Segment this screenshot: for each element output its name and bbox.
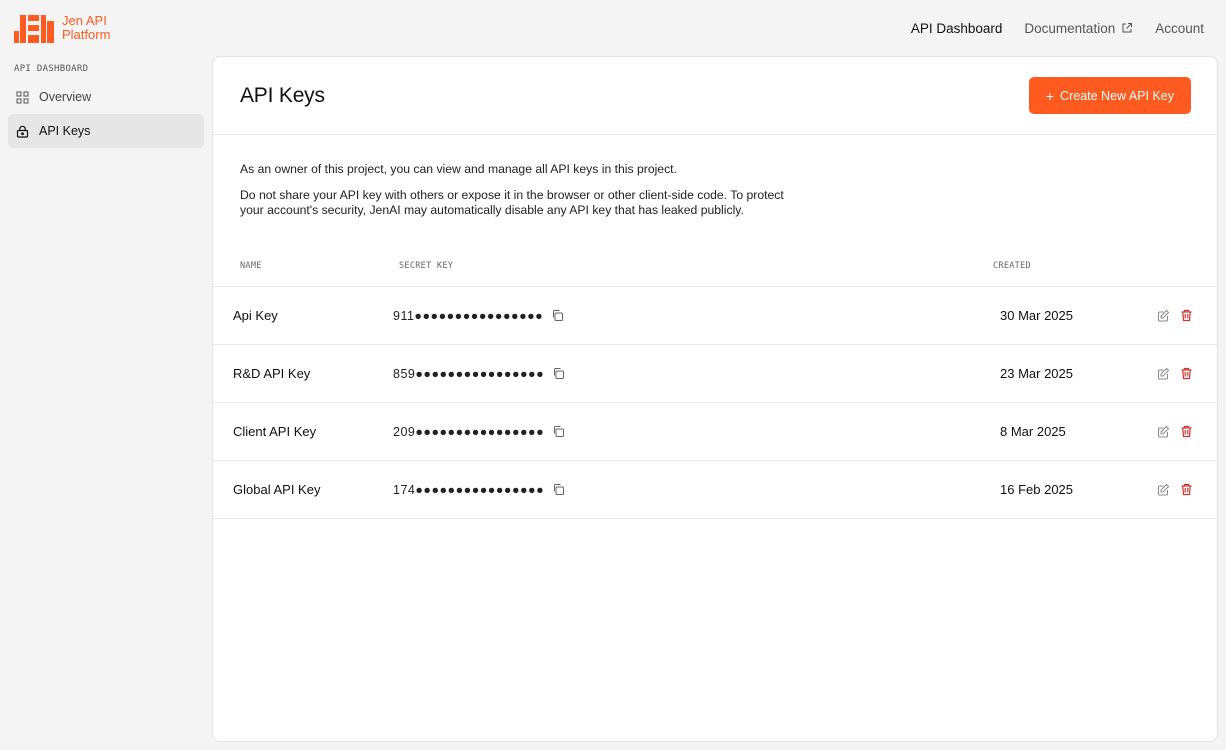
create-api-key-button[interactable]: + Create New API Key	[1028, 77, 1191, 114]
key-name: Api Key	[233, 308, 278, 323]
lock-icon	[16, 125, 29, 138]
top-nav: API Dashboard Documentation Account	[911, 21, 1204, 36]
table-row: Client API Key 209●●●●●●●●●●●●●●●● 8 Mar…	[213, 403, 1217, 461]
create-api-key-label: Create New API Key	[1060, 88, 1174, 103]
brand[interactable]: Jen API Platform	[14, 13, 110, 43]
grid-icon	[16, 91, 29, 103]
description: As an owner of this project, you can vie…	[213, 135, 1217, 218]
row-actions	[1150, 367, 1217, 380]
description-owner: As an owner of this project, you can vie…	[240, 162, 677, 176]
key-name: R&D API Key	[233, 366, 311, 381]
copy-icon[interactable]	[551, 309, 564, 322]
trash-icon[interactable]	[1180, 367, 1193, 380]
external-link-icon	[1122, 23, 1133, 33]
table-body: Api Key 911●●●●●●●●●●●●●●●● 30 Mar 2025 …	[213, 287, 1217, 519]
row-actions	[1150, 425, 1217, 438]
nav-api-dashboard[interactable]: API Dashboard	[911, 21, 1003, 36]
secret-key-cell: 859●●●●●●●●●●●●●●●●	[393, 367, 1000, 381]
api-keys-table: NAME SECRET KEY CREATED Api Key 911●●●●●…	[213, 245, 1217, 519]
secret-key-cell: 174●●●●●●●●●●●●●●●●	[393, 483, 1000, 497]
main-panel: API Keys + Create New API Key As an owne…	[212, 56, 1218, 742]
brand-line-2: Platform	[62, 27, 111, 42]
edit-icon[interactable]	[1157, 483, 1170, 496]
created-date: 8 Mar 2025	[1000, 424, 1066, 439]
secret-key-masked: 174●●●●●●●●●●●●●●●●	[393, 482, 545, 497]
table-row: Global API Key 174●●●●●●●●●●●●●●●● 16 Fe…	[213, 461, 1217, 519]
key-name: Client API Key	[233, 424, 317, 439]
row-actions	[1150, 483, 1217, 496]
row-actions	[1150, 309, 1217, 322]
table-row: R&D API Key 859●●●●●●●●●●●●●●●● 23 Mar 2…	[213, 345, 1217, 403]
created-date: 16 Feb 2025	[1000, 482, 1074, 497]
column-header-secret-key: SECRET KEY	[399, 260, 454, 271]
sidebar: API DASHBOARD Overview API Keys	[0, 56, 212, 148]
trash-icon[interactable]	[1180, 425, 1193, 438]
sidebar-item-label: Overview	[39, 90, 92, 104]
trash-icon[interactable]	[1180, 483, 1193, 496]
edit-icon[interactable]	[1157, 367, 1170, 380]
sidebar-item-api-keys[interactable]: API Keys	[8, 114, 204, 148]
column-header-name: NAME	[240, 260, 262, 271]
copy-icon[interactable]	[552, 367, 565, 380]
jen-logo	[14, 13, 54, 43]
plus-icon: +	[1045, 87, 1055, 104]
secret-key-cell: 209●●●●●●●●●●●●●●●●	[393, 425, 1000, 439]
description-warning: Do not share your API key with others or…	[240, 188, 784, 217]
secret-key-cell: 911●●●●●●●●●●●●●●●●	[393, 309, 1000, 323]
nav-documentation-label: Documentation	[1024, 20, 1116, 36]
sidebar-item-label: API Keys	[39, 124, 91, 138]
sidebar-section-title: API DASHBOARD	[14, 64, 89, 74]
sidebar-item-overview[interactable]: Overview	[8, 80, 204, 114]
page-title: API Keys	[240, 83, 325, 107]
brand-line-1: Jen API	[62, 13, 107, 28]
edit-icon[interactable]	[1157, 425, 1170, 438]
secret-key-masked: 209●●●●●●●●●●●●●●●●	[393, 424, 545, 439]
top-bar: Jen API Platform API Dashboard Documenta…	[0, 0, 1226, 56]
created-date: 23 Mar 2025	[1000, 366, 1073, 381]
key-name: Global API Key	[233, 482, 321, 497]
nav-documentation[interactable]: Documentation	[1024, 21, 1133, 36]
table-header: NAME SECRET KEY CREATED	[213, 245, 1217, 287]
nav-account[interactable]: Account	[1155, 21, 1204, 36]
secret-key-masked: 859●●●●●●●●●●●●●●●●	[393, 366, 545, 381]
brand-name: Jen API Platform	[62, 14, 110, 42]
copy-icon[interactable]	[552, 483, 565, 496]
column-header-created: CREATED	[993, 260, 1031, 271]
edit-icon[interactable]	[1157, 309, 1170, 322]
table-row: Api Key 911●●●●●●●●●●●●●●●● 30 Mar 2025	[213, 287, 1217, 345]
trash-icon[interactable]	[1180, 309, 1193, 322]
copy-icon[interactable]	[552, 425, 565, 438]
secret-key-masked: 911●●●●●●●●●●●●●●●●	[393, 308, 544, 323]
panel-header: API Keys + Create New API Key	[213, 57, 1217, 135]
created-date: 30 Mar 2025	[1000, 308, 1073, 323]
